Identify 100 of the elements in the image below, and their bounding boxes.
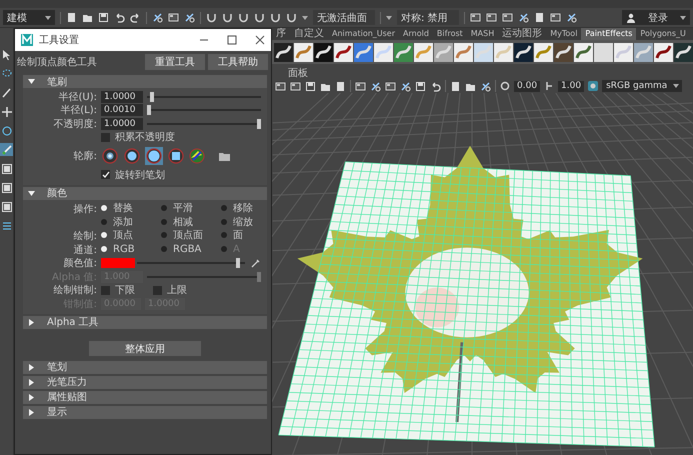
radio-button[interactable]: 替换 [101, 202, 159, 215]
radio-button[interactable]: 顶点 [101, 228, 159, 242]
section-header[interactable]: 笔划 [23, 360, 267, 374]
layout-tool-icon[interactable] [0, 162, 13, 175]
eyedropper-icon[interactable] [251, 258, 261, 268]
user-icon[interactable] [626, 12, 636, 22]
radio-button[interactable]: 移除 [221, 202, 261, 215]
exposure-field[interactable]: 0.00 [514, 80, 540, 92]
selection-mode-icon[interactable] [184, 12, 195, 23]
brush-profile-button[interactable] [145, 147, 163, 165]
radio-button[interactable]: 平滑 [161, 202, 219, 215]
slider-handle[interactable] [150, 92, 154, 102]
magnet-icon[interactable] [286, 12, 297, 23]
brush-preset-icon[interactable] [314, 42, 333, 62]
checkbox[interactable]: 上限 [153, 283, 187, 298]
selection-mode-icon[interactable] [152, 12, 163, 23]
brush-preset-icon[interactable] [414, 42, 433, 62]
tool-button[interactable]: 工具帮助 [208, 54, 268, 70]
checkbox[interactable]: 下限 [101, 283, 135, 298]
brush-preset-icon[interactable] [454, 42, 473, 62]
shelf-tab[interactable]: MASH [466, 28, 498, 40]
number-field[interactable]: 1.0000 [101, 90, 143, 103]
undo-icon[interactable] [114, 12, 125, 23]
brush-preset-icon[interactable] [494, 42, 513, 62]
shelf-tab[interactable]: Arnold [399, 28, 433, 40]
brush-preset-icon[interactable] [294, 42, 313, 62]
shelf-tab[interactable]: Polygons_U [636, 28, 690, 40]
brush-preset-icon[interactable] [574, 42, 593, 62]
radio-button[interactable]: 面 [221, 228, 261, 242]
menu-item[interactable]: 面板 [288, 66, 308, 80]
radio-button[interactable]: 相减 [161, 215, 219, 228]
slider-handle[interactable] [257, 118, 261, 129]
close-icon[interactable] [255, 35, 265, 45]
tool-button[interactable]: 重置工具 [145, 54, 205, 70]
folder-icon[interactable] [219, 151, 230, 161]
apply-all-button[interactable]: 整体应用 [89, 340, 201, 356]
radio-button[interactable]: RGBA [161, 242, 219, 256]
section-header[interactable]: 光笔压力 [23, 376, 267, 388]
save-icon[interactable] [98, 12, 109, 23]
section-header[interactable]: 显示 [23, 406, 267, 418]
brush-preset-icon[interactable] [654, 42, 673, 62]
brush-preset-icon[interactable] [614, 42, 633, 62]
magnet-icon[interactable] [222, 12, 233, 23]
radio-button[interactable]: RGB [101, 242, 159, 256]
shelf-tab[interactable]: Animation_User [328, 28, 400, 40]
folder-icon[interactable] [82, 12, 93, 23]
layout-tool-icon[interactable] [0, 200, 13, 213]
layout-tool-icon[interactable] [0, 181, 13, 194]
color-swatch[interactable] [101, 258, 135, 268]
brush-preset-icon[interactable] [674, 42, 693, 62]
section-header[interactable]: 笔刷 [23, 75, 267, 88]
redo-icon[interactable] [130, 12, 141, 23]
field-label: 通道: [72, 244, 98, 256]
brush-tool-icon[interactable] [0, 143, 13, 156]
radio-button[interactable]: 添加 [101, 215, 159, 228]
login-dropdown[interactable]: 登录 [622, 10, 690, 25]
gamma-field[interactable]: 1.00 [558, 80, 584, 92]
live-surface-field[interactable]: 无激活曲面 [313, 10, 375, 25]
magnet-icon[interactable] [206, 12, 217, 23]
field-label: 半径(U): [58, 90, 98, 104]
mode-dropdown[interactable]: 建模 [3, 10, 55, 25]
checkbox[interactable]: 旋转到笔划 [101, 168, 165, 182]
radio-button[interactable]: 顶点面 [161, 228, 219, 242]
color-management-icon[interactable] [588, 81, 598, 91]
rotate-tool-icon[interactable] [0, 124, 13, 137]
magnet-icon[interactable] [238, 12, 249, 23]
slider-handle[interactable] [147, 105, 151, 116]
file-icon[interactable] [66, 12, 77, 23]
color-wheel-icon[interactable] [189, 148, 205, 164]
brush-preset-icon[interactable] [534, 42, 553, 62]
number-field[interactable]: 1.0000 [101, 118, 143, 130]
shelf-tab[interactable]: MyTool [546, 28, 582, 40]
brush-profile-button[interactable] [101, 147, 119, 165]
move-tool-icon[interactable] [0, 105, 13, 118]
slider-handle[interactable] [236, 258, 240, 268]
radio-button[interactable]: 缩放 [221, 215, 261, 228]
brush-preset-icon[interactable] [374, 42, 393, 62]
section-header[interactable]: 属性贴图 [23, 390, 267, 404]
selection-mode-icon[interactable] [168, 12, 179, 23]
brush-profile-button[interactable] [123, 147, 141, 165]
exposure-icon[interactable] [500, 81, 510, 91]
maximize-icon[interactable] [227, 35, 237, 45]
paint-tool-icon[interactable] [0, 86, 13, 99]
symmetry-field[interactable]: 对称: 禁用 [397, 10, 459, 25]
magnet-icon[interactable] [254, 12, 265, 23]
checkbox[interactable]: 积累不透明度 [101, 130, 175, 144]
color-space-dropdown[interactable]: sRGB gamma [602, 80, 682, 92]
number-field[interactable]: 0.0010 [101, 104, 143, 116]
shelf-tab[interactable]: Bifrost [432, 28, 467, 40]
magnet-icon[interactable] [270, 12, 281, 23]
brush-preset-icon[interactable] [554, 42, 573, 62]
section-header[interactable]: 颜色 [23, 186, 267, 200]
section-header[interactable]: Alpha 工具 [23, 316, 267, 328]
gamma-icon[interactable] [544, 81, 554, 91]
brush-profile-button[interactable] [167, 147, 185, 165]
shelf-tab[interactable]: 运动图形 [498, 28, 546, 40]
brush-preset-icon[interactable] [334, 42, 353, 62]
brush-preset-icon[interactable] [514, 42, 533, 62]
brush-preset-icon[interactable] [274, 42, 293, 62]
shelf-tab[interactable]: PaintEffects [581, 28, 636, 40]
